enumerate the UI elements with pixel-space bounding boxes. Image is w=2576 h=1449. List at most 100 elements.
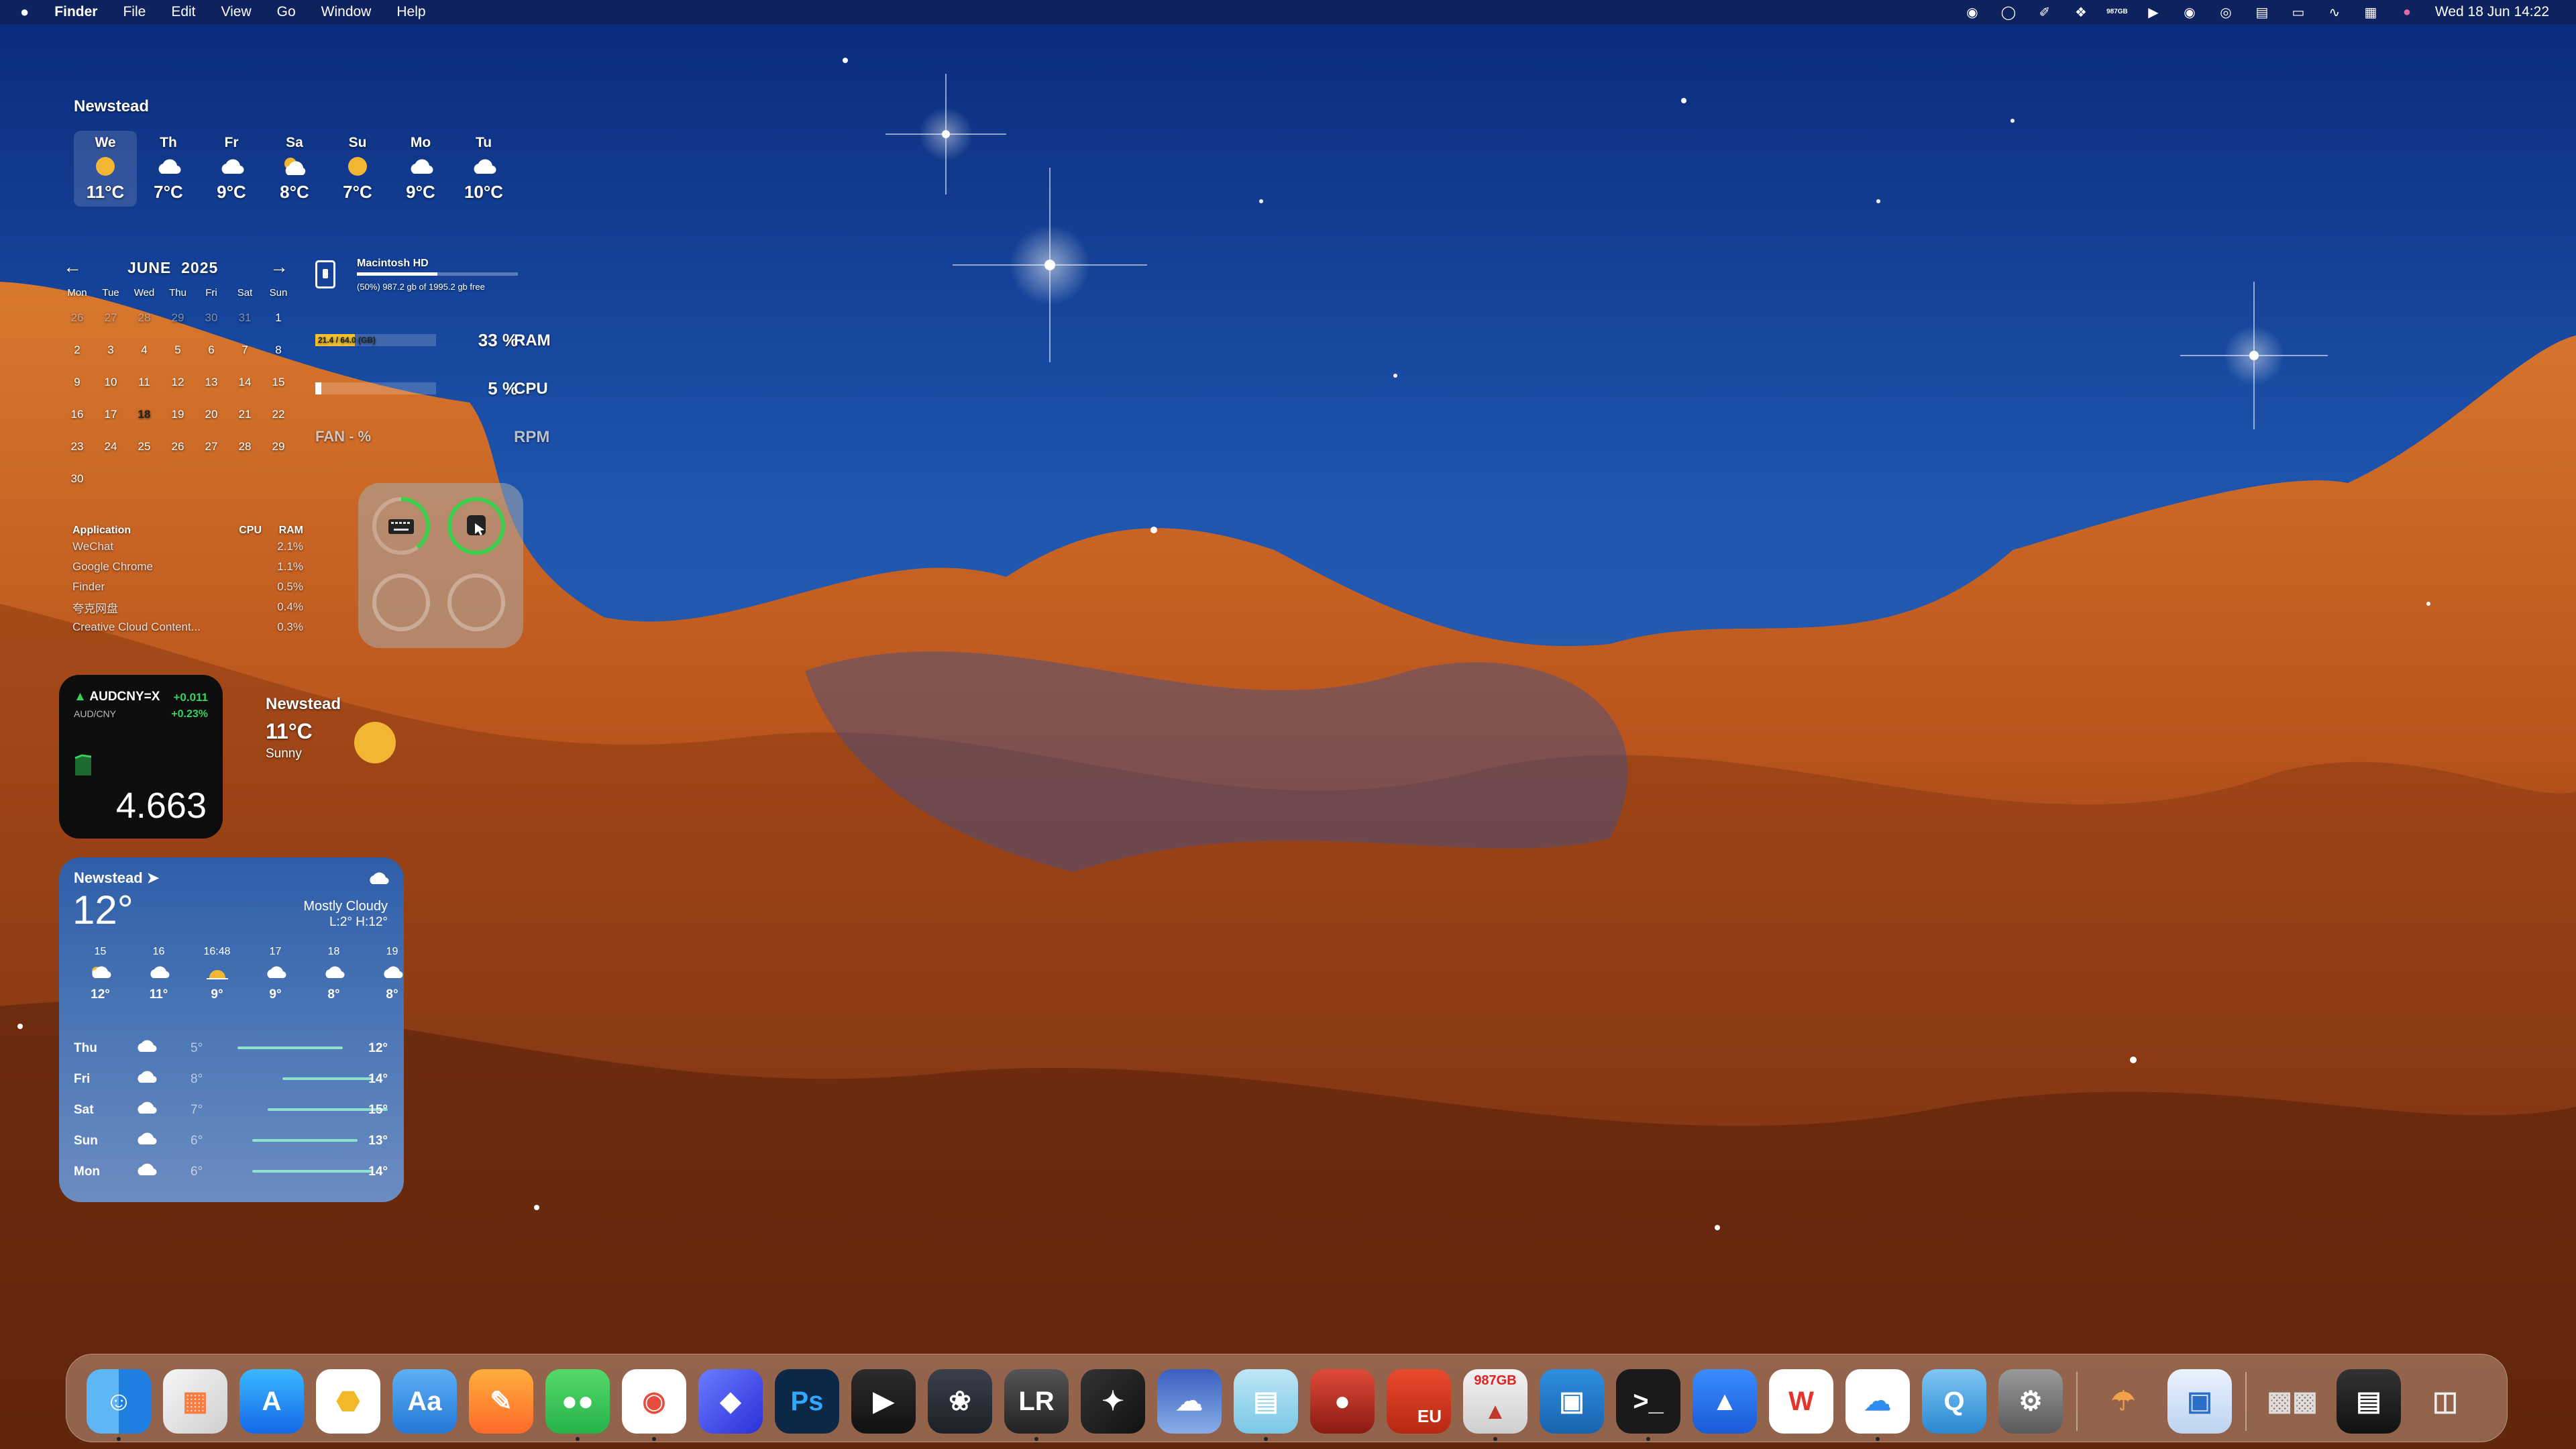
battery-status-icon[interactable]: ▭ (2290, 4, 2306, 20)
airdrop-status-icon[interactable]: ◎ (2218, 4, 2234, 20)
bird-status-icon[interactable]: ❖ (2073, 4, 2089, 20)
wifi-icon[interactable]: ∿ (2326, 4, 2343, 20)
calendar-day[interactable]: 15 (262, 366, 295, 398)
pen-status-icon[interactable]: ✐ (2037, 4, 2053, 20)
cloud-drive-icon[interactable]: ☁ (1845, 1369, 1910, 1434)
menu-help[interactable]: Help (396, 4, 425, 20)
calendar-day[interactable]: 12 (161, 366, 195, 398)
wechat-status-icon[interactable]: ◉ (2182, 4, 2198, 20)
calendar-day[interactable]: 24 (94, 431, 127, 463)
menu-window[interactable]: Window (321, 4, 372, 20)
calendar-day[interactable]: 26 (161, 431, 195, 463)
calendar-day[interactable]: 20 (195, 398, 228, 431)
calendar-day[interactable]: 27 (195, 431, 228, 463)
wps-icon[interactable]: W (1769, 1369, 1833, 1434)
system-settings-icon[interactable]: ⚙ (1998, 1369, 2063, 1434)
calendar-day[interactable]: 30 (195, 302, 228, 334)
quicktime-icon[interactable]: Q (1922, 1369, 1986, 1434)
calendar-day[interactable]: 16 (60, 398, 94, 431)
calendar-next-button[interactable]: → (270, 256, 288, 278)
menu-view[interactable]: View (221, 4, 252, 20)
cloud-arrow-icon[interactable]: ▲ (1693, 1369, 1757, 1434)
calendar-day[interactable]: 28 (127, 302, 161, 334)
forecast-widget[interactable]: Newstead We 11°C Th 7°C Fr 9°C Sa 8°C Su 7°C … (74, 97, 503, 207)
siri-icon[interactable]: ● (2399, 4, 2415, 20)
weather-widget[interactable]: Newstead ➤ 12° Mostly Cloudy L:2° H:12° … (59, 857, 404, 1202)
chrome-icon[interactable]: ◉ (622, 1369, 686, 1434)
calendar-day[interactable]: 28 (228, 431, 262, 463)
empty-slot-icon[interactable] (370, 572, 432, 633)
menu-app-name[interactable]: Finder (54, 4, 97, 20)
calendar-day[interactable]: 21 (228, 398, 262, 431)
calendar-day[interactable]: 27 (94, 302, 127, 334)
photo-stack-icon[interactable]: ▤ (2337, 1369, 2401, 1434)
stage-status-icon[interactable]: ▤ (2254, 4, 2270, 20)
disk-status-icon[interactable]: 987 GB (2106, 4, 2128, 20)
apple-menu-icon[interactable]: ● (20, 3, 29, 21)
launchpad-icon[interactable]: ▦ (163, 1369, 227, 1434)
chat-status-icon[interactable]: ◯ (2000, 4, 2017, 20)
trash-icon[interactable]: ◫ (2413, 1369, 2477, 1434)
final-cut-icon[interactable]: ▶ (851, 1369, 916, 1434)
calendar-day[interactable]: 9 (60, 366, 94, 398)
calendar-prev-button[interactable]: ← (63, 256, 82, 278)
menu-clock[interactable]: Wed 18 Jun 14:22 (2435, 4, 2549, 20)
calendar-day[interactable]: 25 (127, 431, 161, 463)
calendar-day[interactable]: 23 (60, 431, 94, 463)
menu-edit[interactable]: Edit (171, 4, 195, 20)
calendar-day[interactable]: 26 (60, 302, 94, 334)
calendar-day[interactable]: 14 (228, 366, 262, 398)
shield-status-icon[interactable]: ◉ (1964, 4, 1980, 20)
disk-monitor-icon[interactable]: 987GB ▲ (1463, 1369, 1527, 1434)
mouse-icon[interactable] (445, 495, 507, 557)
weather-scene-icon[interactable]: ☁ (1157, 1369, 1222, 1434)
instruments-icon[interactable]: ✦ (1081, 1369, 1145, 1434)
lrtimelapse-icon[interactable]: LR (1004, 1369, 1069, 1434)
stock-widget[interactable]: ▲ AUDCNY=X +0.011 AUD/CNY +0.23% 4.663 (59, 675, 223, 839)
calendar-day[interactable]: 8 (262, 334, 295, 366)
wechat-icon[interactable]: ●● (545, 1369, 610, 1434)
menu-file[interactable]: File (123, 4, 146, 20)
photoshop-icon[interactable]: Ps (775, 1369, 839, 1434)
terminal-icon[interactable]: >_ (1616, 1369, 1680, 1434)
menu-go[interactable]: Go (277, 4, 296, 20)
calendar-day[interactable]: 29 (262, 431, 295, 463)
calendar-day[interactable]: 6 (195, 334, 228, 366)
control-center-icon[interactable]: ▦ (2363, 4, 2379, 20)
empty-slot-icon[interactable] (445, 572, 507, 633)
umbrella-app-icon[interactable]: ☂ (2091, 1369, 2155, 1434)
pages-icon[interactable]: ✎ (469, 1369, 533, 1434)
calendar-day[interactable]: 17 (94, 398, 127, 431)
calendar-day[interactable]: 4 (127, 334, 161, 366)
davinci-resolve-icon[interactable]: ❀ (928, 1369, 992, 1434)
finder-icon[interactable]: ☺ (87, 1369, 151, 1434)
red-app-icon[interactable]: ● (1310, 1369, 1375, 1434)
app-store-icon[interactable]: A (239, 1369, 304, 1434)
calendar-day[interactable]: 11 (127, 366, 161, 398)
office-eu-icon[interactable]: EU (1387, 1369, 1451, 1434)
calendar-day[interactable]: 1 (262, 302, 295, 334)
stack-app-icon[interactable]: ▤ (1234, 1369, 1298, 1434)
calendar-day[interactable]: 13 (195, 366, 228, 398)
fan-stat: FAN - % RPM (315, 423, 564, 449)
preview-icon[interactable]: ▣ (2167, 1369, 2232, 1434)
calendar-today[interactable]: 18 (127, 398, 161, 431)
crystal-app-icon[interactable]: ◆ (698, 1369, 763, 1434)
calendar-day[interactable]: 10 (94, 366, 127, 398)
frame-app-icon[interactable]: ▣ (1540, 1369, 1604, 1434)
calendar-day[interactable]: 3 (94, 334, 127, 366)
calendar-day[interactable]: 5 (161, 334, 195, 366)
calendar-day[interactable]: 19 (161, 398, 195, 431)
keyboard-icon[interactable] (370, 495, 432, 557)
calendar-day[interactable]: 31 (228, 302, 262, 334)
calendar-day[interactable]: 30 (60, 463, 94, 495)
calendar-day[interactable]: 2 (60, 334, 94, 366)
calendar-day[interactable]: 29 (161, 302, 195, 334)
dictionary-icon[interactable]: Aa (392, 1369, 457, 1434)
calendar-day[interactable]: 22 (262, 398, 295, 431)
keyboard-dock-icon[interactable]: ▩▩ (2260, 1369, 2324, 1434)
play-status-icon[interactable]: ▶ (2145, 4, 2161, 20)
hexagon-app-icon[interactable]: ⬣ (316, 1369, 380, 1434)
calendar-day[interactable]: 7 (228, 334, 262, 366)
weather-small-widget[interactable]: Newstead 11°C Sunny (266, 695, 396, 763)
